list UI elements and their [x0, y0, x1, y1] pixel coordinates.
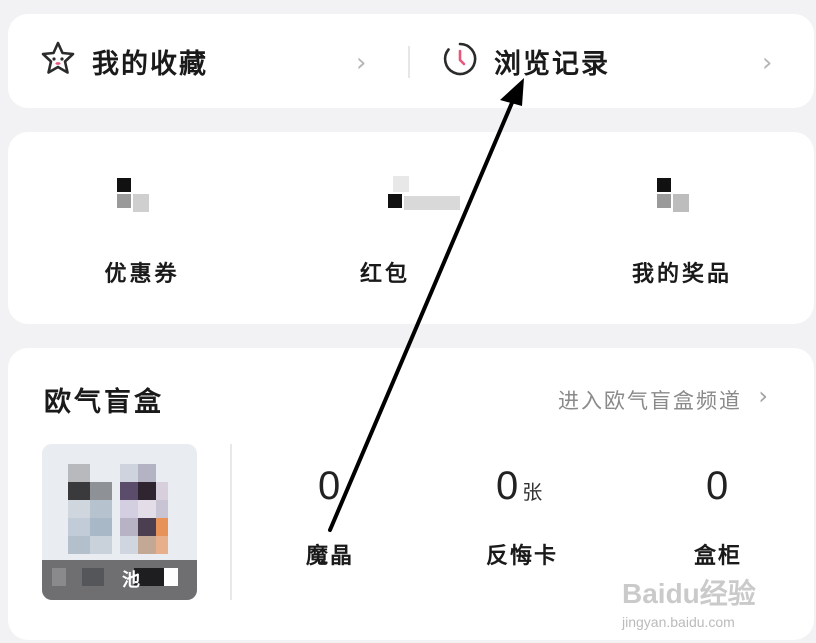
baidu-watermark: Baidu经验 jingyan.baidu.com [622, 572, 756, 630]
annotation-arrow [328, 78, 524, 532]
watermark-url: jingyan.baidu.com [622, 614, 735, 630]
watermark-brand: Baidu经验 [622, 578, 756, 609]
